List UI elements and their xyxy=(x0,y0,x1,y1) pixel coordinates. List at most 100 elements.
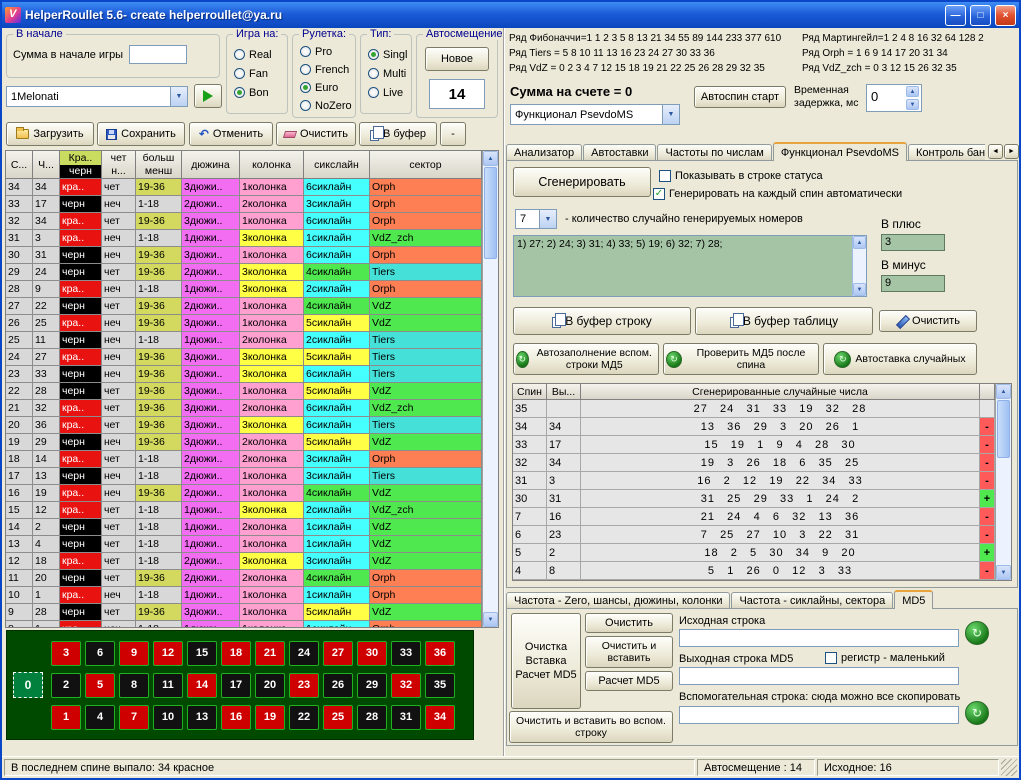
scroll-down-icon[interactable]: ▼ xyxy=(853,283,866,296)
radio-pro[interactable]: Pro xyxy=(300,44,332,59)
play-button[interactable] xyxy=(194,84,222,108)
maximize-button[interactable]: □ xyxy=(970,5,991,26)
board-cell-31[interactable]: 31 xyxy=(391,705,421,730)
md5-clear-paste-button[interactable]: Очистить и вставить xyxy=(585,636,673,668)
radio-multi[interactable]: Multi xyxy=(368,66,406,81)
gen-table-row[interactable]: 343413 36 29 3 20 26 1- xyxy=(513,418,995,436)
scroll-up-icon[interactable]: ▲ xyxy=(853,236,866,249)
md5-clear-button[interactable]: Очистить xyxy=(585,613,673,633)
board-cell-25[interactable]: 25 xyxy=(323,705,353,730)
gen-col-numbers[interactable]: Сгенерированные случайные числа xyxy=(581,384,980,400)
buffer-row-button[interactable]: В буфер строку xyxy=(513,307,691,335)
spinner-up-icon[interactable]: ▲ xyxy=(906,86,919,97)
titlebar[interactable]: HelperRoullet 5.6- create helperroullet@… xyxy=(2,2,1019,28)
chevron-down-icon[interactable]: ▼ xyxy=(539,210,556,228)
col-header-spin[interactable]: С... xyxy=(6,151,33,179)
spin-table-row[interactable]: 1713черннеч1-182дюжи..1колонка3сиклайнTi… xyxy=(6,468,482,485)
undo-button[interactable]: ↶Отменить xyxy=(189,122,273,146)
board-cell-21[interactable]: 21 xyxy=(255,641,285,666)
generated-numbers-textarea[interactable]: 1) 27; 2) 24; 3) 31; 4) 33; 5) 19; 6) 32… xyxy=(513,235,867,297)
col-header-sector[interactable]: сектор xyxy=(370,151,482,179)
board-cell-5[interactable]: 5 xyxy=(85,673,115,698)
board-cell-1[interactable]: 1 xyxy=(51,705,81,730)
minimize-button[interactable]: — xyxy=(945,5,966,26)
check-md5-button[interactable]: ↻Проверить МД5 после спина xyxy=(663,343,819,375)
board-cell-36[interactable]: 36 xyxy=(425,641,455,666)
col-header-parity[interactable]: четн... xyxy=(102,151,136,179)
board-cell-29[interactable]: 29 xyxy=(357,673,387,698)
load-button[interactable]: Загрузить xyxy=(6,122,94,146)
board-cell-2[interactable]: 2 xyxy=(51,673,81,698)
board-cell-13[interactable]: 13 xyxy=(187,705,217,730)
radio-singl[interactable]: Singl xyxy=(368,47,407,62)
gen-table-row[interactable]: 31316 2 12 19 22 34 33- xyxy=(513,472,995,490)
md5-calc-button[interactable]: Расчет MD5 xyxy=(585,671,673,691)
board-cell-34[interactable]: 34 xyxy=(425,705,455,730)
board-cell-30[interactable]: 30 xyxy=(357,641,387,666)
spin-table-row[interactable]: 1929черннеч19-363дюжи..2колонка5сиклайнV… xyxy=(6,434,482,451)
spin-table-row[interactable]: 2228чернчет19-363дюжи..1колонка5сиклайнV… xyxy=(6,383,482,400)
gen-col-result[interactable]: Вы... xyxy=(547,384,581,400)
scroll-up-icon[interactable]: ▲ xyxy=(996,384,1011,399)
board-cell-15[interactable]: 15 xyxy=(187,641,217,666)
spin-table-row[interactable]: 2722чернчет19-362дюжи..1колонка4сиклайнV… xyxy=(6,298,482,315)
md5-output-input[interactable] xyxy=(679,667,959,685)
board-cell-4[interactable]: 4 xyxy=(85,705,115,730)
board-cell-20[interactable]: 20 xyxy=(255,673,285,698)
board-cell-3[interactable]: 3 xyxy=(51,641,81,666)
scrollbar-thumb[interactable] xyxy=(484,167,497,259)
board-cell-18[interactable]: 18 xyxy=(221,641,251,666)
board-cell-6[interactable]: 6 xyxy=(85,641,115,666)
generated-table-scrollbar[interactable]: ▲ ▼ xyxy=(995,384,1011,580)
spin-table-row[interactable]: 2132кра..чет19-363дюжи..2колонка6сиклайн… xyxy=(6,400,482,417)
spin-table-row[interactable]: 289кра..неч1-181дюжи..3колонка2сиклайнOr… xyxy=(6,281,482,298)
resize-grip[interactable] xyxy=(1001,759,1017,776)
spin-table-row[interactable]: 134чернчет1-181дюжи..1колонка1сиклайнVdZ xyxy=(6,536,482,553)
tab-funkcional-psevdoms[interactable]: Функционал PsevdoMS xyxy=(773,142,907,161)
spin-table-row[interactable]: 142чернчет1-181дюжи..2колонка1сиклайнVdZ xyxy=(6,519,482,536)
count-dropdown[interactable]: 7 ▼ xyxy=(515,209,557,229)
spin-table-row[interactable]: 2924чернчет19-362дюжи..3колонка4сиклайнT… xyxy=(6,264,482,281)
col-header-number[interactable]: Ч... xyxy=(33,151,60,179)
tab-scroll-right-icon[interactable]: ► xyxy=(1004,144,1019,159)
md5-source-input[interactable] xyxy=(679,629,959,647)
clear-button[interactable]: Очистить xyxy=(276,122,356,146)
autofill-md5-button[interactable]: ↻Автозаполнение вспом. строки МД5 xyxy=(513,343,659,375)
md5-big-button[interactable]: Очистка Вставка Расчет MD5 xyxy=(511,613,581,709)
auto-generate-checkbox[interactable]: ✓ Генерировать на каждый спин автоматиче… xyxy=(653,188,902,200)
board-cell-19[interactable]: 19 xyxy=(255,705,285,730)
tab-chastota-zero[interactable]: Частота - Zero, шансы, дюжины, колонки xyxy=(506,592,730,609)
board-cell-11[interactable]: 11 xyxy=(153,673,183,698)
functional-dropdown[interactable]: Функционал PsevdoMS ▼ xyxy=(510,104,680,125)
tab-chastota-siklajny[interactable]: Частота - сиклайны, сектора xyxy=(731,592,893,609)
spin-table-row[interactable]: 3031черннеч19-363дюжи..1колонка6сиклайнO… xyxy=(6,247,482,264)
delay-spinner[interactable]: 0 ▲ ▼ xyxy=(866,84,922,112)
board-cell-7[interactable]: 7 xyxy=(119,705,149,730)
autoshift-new-button[interactable]: Новое xyxy=(425,47,489,71)
board-cell-9[interactable]: 9 xyxy=(119,641,149,666)
spin-table-scrollbar[interactable]: ▲ ▼ xyxy=(482,151,498,627)
tab-chastoty-po-chislam[interactable]: Частоты по числам xyxy=(657,144,771,161)
md5-clear-paste-aux-button[interactable]: Очистить и вставить во вспом. строку xyxy=(509,711,673,743)
col-header-color[interactable]: Кра..черн xyxy=(60,151,102,179)
radio-fan[interactable]: Fan xyxy=(234,66,268,81)
board-cell-12[interactable]: 12 xyxy=(153,641,183,666)
spin-table-row[interactable]: 1512кра..чет1-181дюжи..3колонка2сиклайнV… xyxy=(6,502,482,519)
gen-table-row[interactable]: 71621 24 4 6 32 13 36- xyxy=(513,508,995,526)
md5-source-paste-button[interactable]: ↻ xyxy=(965,621,989,645)
autospin-start-button[interactable]: Автоспин старт xyxy=(694,86,786,108)
board-zero-cell[interactable]: 0 xyxy=(13,672,43,698)
chevron-down-icon[interactable]: ▼ xyxy=(662,105,679,124)
close-button[interactable]: × xyxy=(995,5,1016,26)
buffer-table-button[interactable]: В буфер таблицу xyxy=(695,307,873,335)
spin-table-row[interactable]: 101кра..неч1-181дюжи..1колонка1сиклайнOr… xyxy=(6,587,482,604)
col-header-sixline[interactable]: сикслайн xyxy=(304,151,370,179)
scroll-down-icon[interactable]: ▼ xyxy=(483,612,498,627)
spin-table-row[interactable]: 1619кра..неч19-362дюжи..1колонка4сиклайн… xyxy=(6,485,482,502)
board-cell-26[interactable]: 26 xyxy=(323,673,353,698)
board-cell-22[interactable]: 22 xyxy=(289,705,319,730)
gen-table-row[interactable]: 331715 19 1 9 4 28 30- xyxy=(513,436,995,454)
gen-table-row[interactable]: 485 1 26 0 12 3 33- xyxy=(513,562,995,580)
clear-generated-button[interactable]: Очистить xyxy=(879,310,977,332)
gen-table-row[interactable]: 303131 25 29 33 1 24 2+ xyxy=(513,490,995,508)
